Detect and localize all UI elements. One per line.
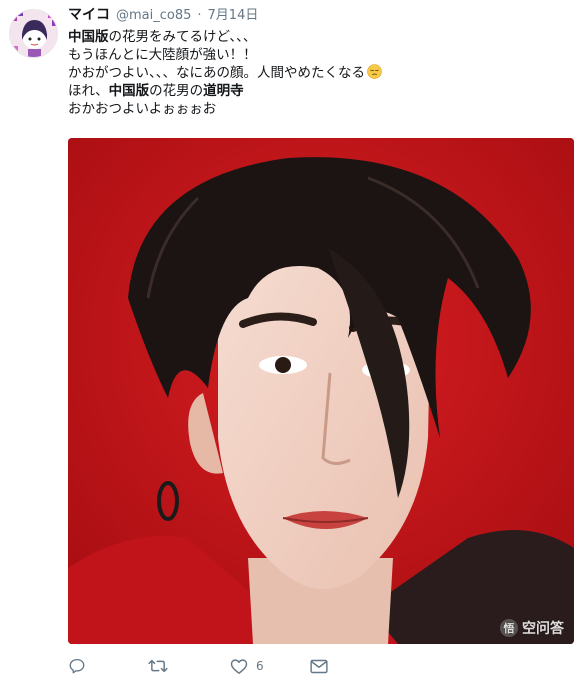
- user-handle[interactable]: @mai_co85: [116, 7, 191, 25]
- text-segment: もうほんとに大陸顔が強い！！: [68, 47, 257, 63]
- tweet-line-3: かおがつよい、、、なにあの顔。人間やめたくなる: [68, 64, 574, 82]
- tweet-date[interactable]: 7月14日: [208, 7, 259, 25]
- tweet-header: マイコ @mai_co85 · 7月14日: [68, 6, 574, 25]
- pensive-face-emoji-icon: [367, 64, 382, 79]
- text-segment: の花男の: [149, 83, 204, 99]
- text-segment: の花男をみてるけど、、、: [108, 29, 257, 45]
- tweet-line-5: おかおつよいよぉぉぉお: [68, 100, 574, 118]
- tweet-photo[interactable]: 悟 空问答: [68, 138, 574, 644]
- watermark-text: 空问答: [522, 621, 564, 637]
- direct-message-button[interactable]: [310, 659, 328, 674]
- envelope-icon: [310, 659, 328, 673]
- tweet-line-1: 中国版の花男をみてるけど、、、: [68, 28, 574, 46]
- watermark: 悟 空问答: [500, 618, 564, 638]
- tweet-content: マイコ @mai_co85 · 7月14日 中国版の花男をみてるけど、、、 もう…: [68, 6, 574, 118]
- text-segment: ほれ、: [68, 83, 109, 99]
- retweet-button[interactable]: [148, 657, 168, 675]
- text-segment: 中国版: [108, 83, 150, 99]
- watermark-badge: 悟: [500, 619, 518, 637]
- text-segment: 中国版: [68, 29, 109, 45]
- tweet-line-4: ほれ、中国版の花男の道明寺: [68, 82, 574, 100]
- avatar-illustration: [10, 10, 57, 57]
- like-button[interactable]: 6: [230, 658, 264, 675]
- like-count: 6: [256, 659, 264, 673]
- tweet-text: 中国版の花男をみてるけど、、、 もうほんとに大陸顔が強い！！ かおがつよい、、、…: [68, 28, 574, 118]
- reply-button[interactable]: [68, 657, 86, 675]
- retweet-icon: [148, 659, 168, 673]
- reply-icon: [69, 658, 85, 674]
- portrait-illustration: [68, 138, 574, 644]
- display-name[interactable]: マイコ: [68, 6, 110, 24]
- separator-dot: ·: [197, 8, 202, 23]
- tweet-line-2: もうほんとに大陸顔が強い！！: [68, 46, 574, 64]
- heart-icon: [230, 658, 248, 674]
- tweet-actions: 6: [68, 652, 574, 680]
- avatar[interactable]: [9, 9, 58, 58]
- tweet-card: マイコ @mai_co85 · 7月14日 中国版の花男をみてるけど、、、 もう…: [0, 0, 582, 684]
- text-segment: おかおつよいよぉぉぉお: [68, 101, 217, 117]
- text-segment: かおがつよい、、、なにあの顔。人間やめたくなる: [68, 65, 365, 81]
- text-segment: 道明寺: [203, 83, 244, 99]
